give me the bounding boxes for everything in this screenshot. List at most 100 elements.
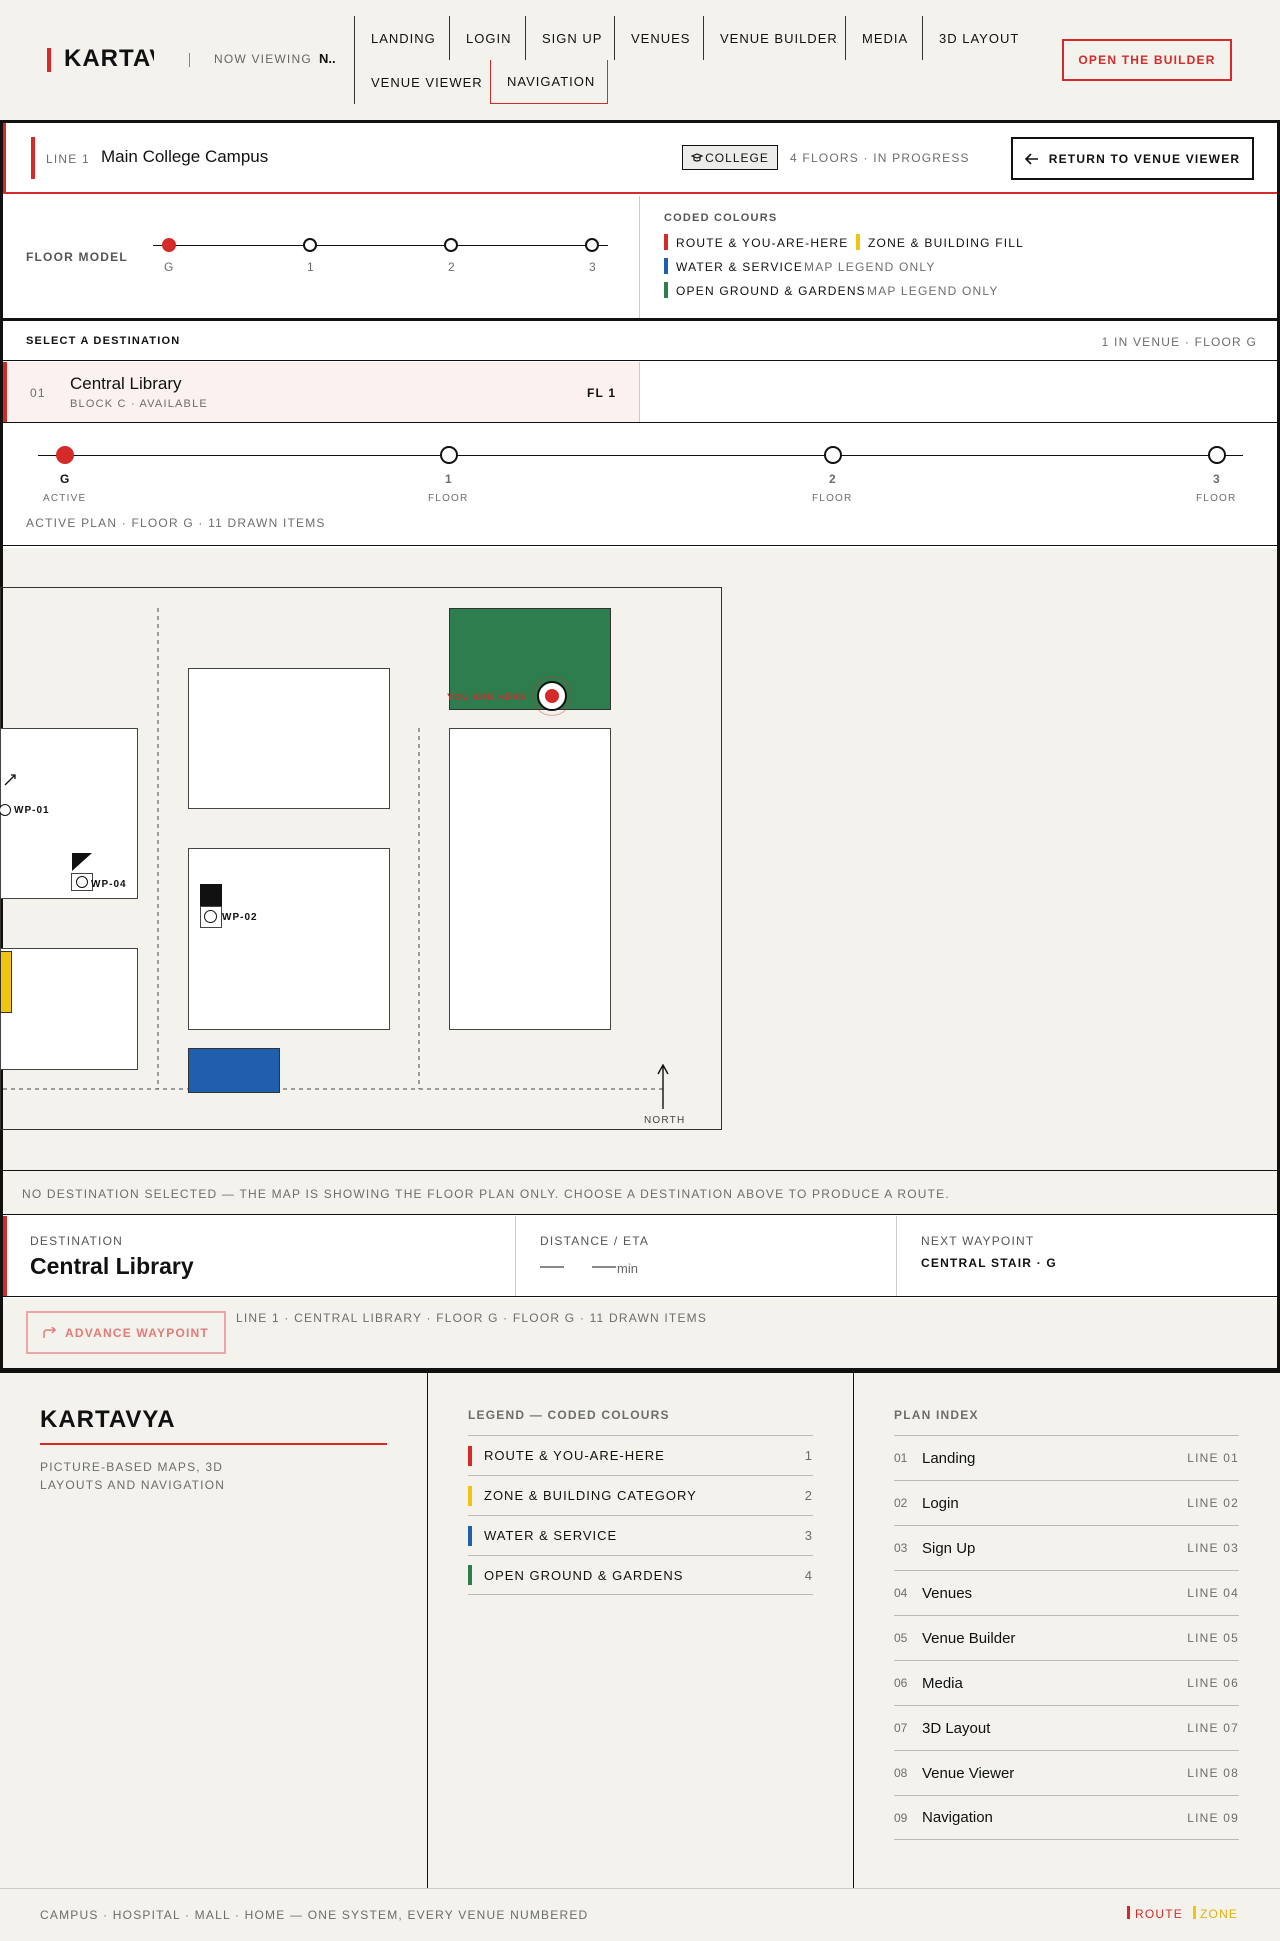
index-line: LINE 02 bbox=[1187, 1496, 1239, 1510]
floor-stop-g[interactable] bbox=[56, 446, 74, 464]
index-name: Venue Builder bbox=[922, 1629, 1016, 1647]
destination-sub: BLOCK C · AVAILABLE bbox=[70, 398, 208, 410]
index-number: 07 bbox=[894, 1721, 908, 1735]
index-name: Sign Up bbox=[922, 1539, 976, 1557]
nav-venue-viewer[interactable]: VENUE VIEWER bbox=[354, 60, 490, 104]
nav-venue-builder[interactable]: VENUE BUILDER bbox=[703, 16, 845, 60]
return-to-venue-viewer-button[interactable]: RETURN TO VENUE VIEWER bbox=[1011, 137, 1254, 180]
floor-model-label-3: 3 bbox=[589, 260, 597, 274]
status-message: NO DESTINATION SELECTED — THE MAP IS SHO… bbox=[22, 1187, 950, 1201]
footer-brand: KARTAVYA bbox=[40, 1406, 176, 1433]
floor-model-stop-2[interactable] bbox=[444, 238, 458, 252]
index-line: LINE 03 bbox=[1187, 1541, 1239, 1555]
graduation-cap-icon bbox=[691, 152, 704, 162]
footer-route-label: ROUTE bbox=[1135, 1907, 1183, 1921]
distance-label: DISTANCE / ETA bbox=[540, 1234, 650, 1248]
plan-index-row[interactable]: 03 Sign Up LINE 03 bbox=[894, 1525, 1239, 1570]
plan-index-row[interactable]: 06 Media LINE 06 bbox=[894, 1660, 1239, 1705]
floor-model-label-1: 1 bbox=[307, 260, 315, 274]
logo[interactable]: KARTAVYA bbox=[64, 45, 154, 77]
nav-landing[interactable]: LANDING bbox=[354, 16, 449, 60]
legend-swatch bbox=[468, 1445, 472, 1466]
zone-swatch bbox=[856, 234, 860, 250]
open-builder-button[interactable]: OPEN THE BUILDER bbox=[1062, 39, 1232, 81]
north-arrow-icon bbox=[657, 1064, 669, 1109]
legend-zone-label: ZONE & BUILDING FILL bbox=[868, 236, 1025, 250]
waypoint-marker[interactable] bbox=[76, 876, 88, 888]
destination-label: DESTINATION bbox=[30, 1234, 123, 1248]
nav-3d-layout[interactable]: 3D LAYOUT bbox=[922, 16, 1032, 60]
index-number: 09 bbox=[894, 1810, 908, 1825]
legend-ground-label: OPEN GROUND & GARDENS bbox=[676, 284, 866, 298]
flag-icon bbox=[72, 853, 92, 871]
index-line: LINE 05 bbox=[1187, 1631, 1239, 1645]
index-number: 02 bbox=[894, 1496, 908, 1510]
floor-model-track bbox=[153, 245, 608, 246]
divider bbox=[427, 1373, 428, 1889]
index-line: LINE 06 bbox=[1187, 1676, 1239, 1690]
index-name: Venues bbox=[922, 1584, 973, 1602]
nav-login[interactable]: LOGIN bbox=[449, 16, 525, 60]
plan-index-row[interactable]: 04 Venues LINE 04 bbox=[894, 1570, 1239, 1615]
floor-track-line bbox=[38, 455, 1243, 456]
floor-label-1: 1 bbox=[445, 472, 453, 486]
legend-label: OPEN GROUND & GARDENS bbox=[484, 1567, 684, 1583]
plan-index-row[interactable]: 08 Venue Viewer LINE 08 bbox=[894, 1750, 1239, 1795]
floor-stop-2[interactable] bbox=[824, 446, 842, 464]
floor-model-stop-g[interactable] bbox=[162, 238, 176, 252]
floor-stop-1[interactable] bbox=[440, 446, 458, 464]
legend-water-label: WATER & SERVICE bbox=[676, 260, 804, 274]
building-block[interactable] bbox=[0, 948, 138, 1070]
plan-index-row[interactable]: 02 Login LINE 02 bbox=[894, 1480, 1239, 1525]
waypoint-marker[interactable] bbox=[204, 910, 217, 923]
footer-tagline-2: LAYOUTS AND NAVIGATION bbox=[40, 1478, 226, 1492]
you-are-here-dot bbox=[545, 689, 559, 703]
legend-row: ZONE & BUILDING CATEGORY 2 bbox=[468, 1475, 813, 1515]
index-number: 08 bbox=[894, 1766, 908, 1780]
nav-media[interactable]: MEDIA bbox=[845, 16, 922, 60]
nav-sign-up[interactable]: SIGN UP bbox=[525, 16, 614, 60]
floor-model-label: FLOOR MODEL bbox=[26, 250, 128, 264]
building-block[interactable] bbox=[188, 668, 390, 809]
floor-sub-2: FLOOR bbox=[812, 493, 853, 504]
arrow-left-icon bbox=[1024, 152, 1038, 165]
divider bbox=[896, 1216, 897, 1296]
floor-map[interactable]: YOU ARE HERE WP-01 WP-04 WP-02 NORTH bbox=[0, 548, 1277, 1170]
destination-value: Central Library bbox=[30, 1253, 194, 1279]
destination-floor: FL 1 bbox=[587, 386, 617, 400]
index-line: LINE 07 bbox=[1187, 1721, 1239, 1735]
advance-waypoint-button[interactable]: ADVANCE WAYPOINT bbox=[26, 1311, 226, 1354]
floor-sub-1: FLOOR bbox=[428, 493, 469, 504]
building-block[interactable] bbox=[188, 848, 390, 1030]
route-accent bbox=[3, 1216, 7, 1296]
legend-label: WATER & SERVICE bbox=[484, 1528, 618, 1543]
plan-index-row[interactable]: 05 Venue Builder LINE 05 bbox=[894, 1615, 1239, 1660]
nav-navigation[interactable]: NAVIGATION bbox=[490, 60, 608, 104]
divider bbox=[853, 1373, 854, 1889]
legend-label: ROUTE & YOU-ARE-HERE bbox=[484, 1448, 665, 1463]
legend-swatch bbox=[468, 1485, 472, 1506]
divider bbox=[515, 1216, 516, 1296]
water-zone[interactable] bbox=[188, 1048, 280, 1093]
line-label: LINE 1 bbox=[46, 152, 90, 166]
floor-model-stop-3[interactable] bbox=[585, 238, 599, 252]
divider bbox=[639, 196, 640, 318]
building-block[interactable] bbox=[449, 728, 611, 1030]
plan-index-title: PLAN INDEX bbox=[894, 1408, 979, 1422]
ground-swatch bbox=[664, 282, 668, 298]
footer: KARTAVYA PICTURE-BASED MAPS, 3D LAYOUTS … bbox=[0, 1370, 1280, 1941]
top-header: KARTAVYA NOW VIEWING N.. LANDING LOGIN S… bbox=[0, 0, 1280, 120]
route-swatch bbox=[1127, 1906, 1130, 1919]
index-name: Landing bbox=[922, 1449, 976, 1467]
zone-fill[interactable] bbox=[0, 951, 12, 1013]
plan-index-row[interactable]: 01 Landing LINE 01 bbox=[894, 1435, 1239, 1480]
plan-index-row[interactable]: 09 Navigation LINE 09 bbox=[894, 1795, 1239, 1840]
legend-number: 2 bbox=[804, 1488, 813, 1503]
destination-summary: 1 IN VENUE · FLOOR G bbox=[1101, 335, 1257, 349]
floor-model-stop-1[interactable] bbox=[303, 238, 317, 252]
index-name: Venue Viewer bbox=[922, 1764, 1015, 1782]
destination-item[interactable]: 01 Central Library BLOCK C · AVAILABLE F… bbox=[3, 362, 640, 422]
nav-venues[interactable]: VENUES bbox=[614, 16, 703, 60]
floor-stop-3[interactable] bbox=[1208, 446, 1226, 464]
plan-index-row[interactable]: 07 3D Layout LINE 07 bbox=[894, 1705, 1239, 1750]
